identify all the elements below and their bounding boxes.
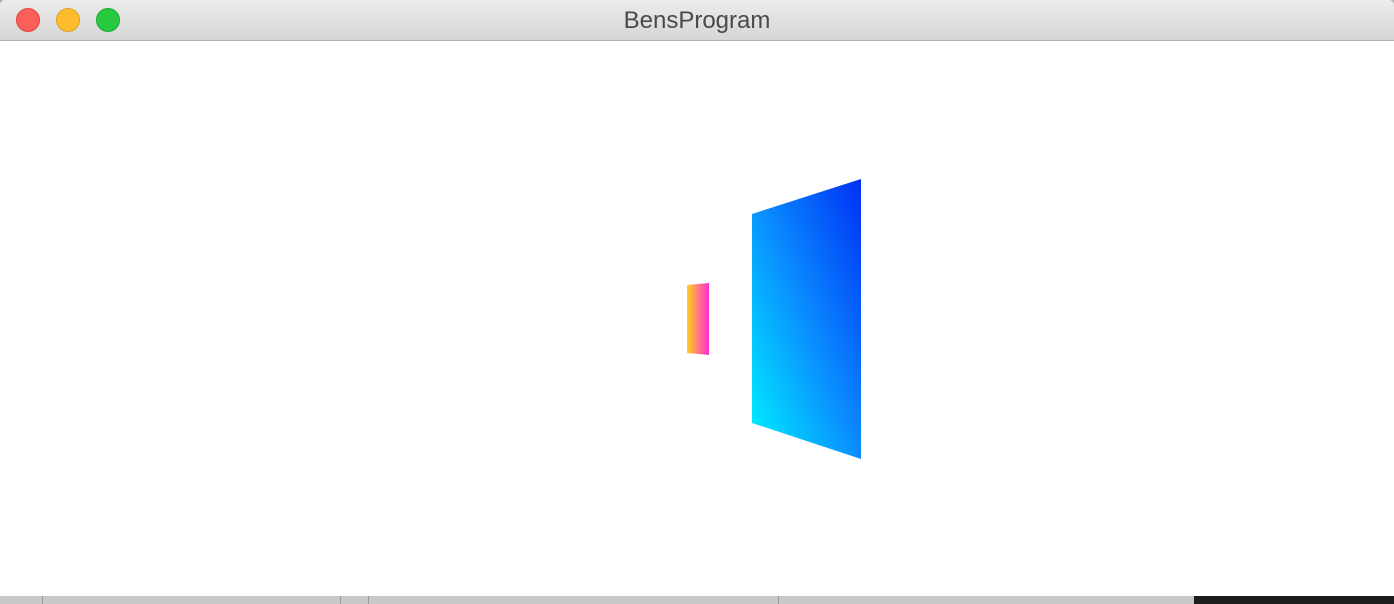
title-bar[interactable]: BensProgram <box>0 0 1394 41</box>
render-viewport <box>0 41 1394 596</box>
desktop-dark-region <box>1194 596 1394 604</box>
desktop-background <box>0 596 1394 604</box>
desktop-divider <box>778 596 779 604</box>
desktop-divider <box>42 596 43 604</box>
window-title: BensProgram <box>623 7 771 34</box>
app-window: BensProgram <box>0 0 1394 596</box>
scene-canvas <box>687 179 861 459</box>
desktop-divider <box>340 596 341 604</box>
large-quad <box>752 179 861 459</box>
desktop-divider <box>368 596 369 604</box>
small-quad <box>687 283 709 355</box>
